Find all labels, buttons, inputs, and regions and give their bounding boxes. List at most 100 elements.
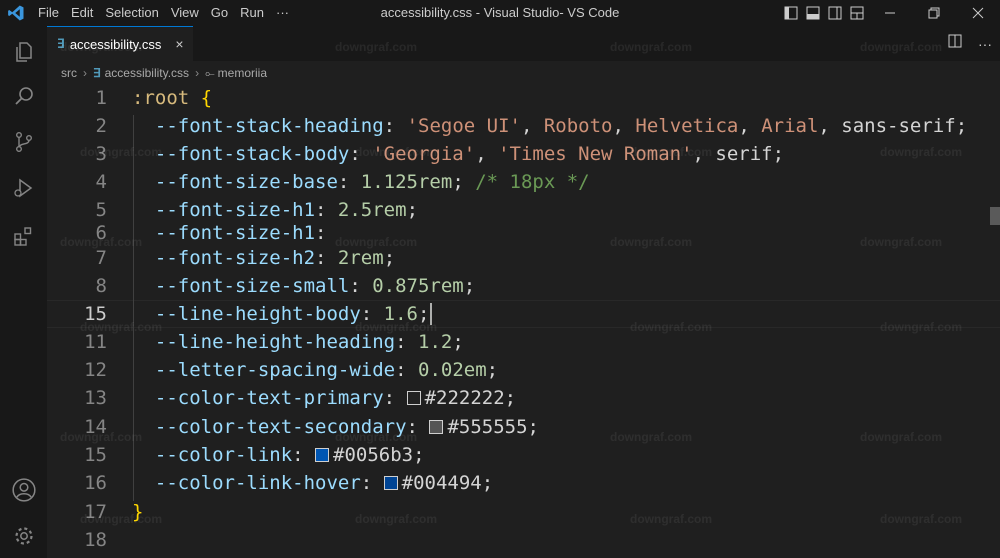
minimize-icon[interactable]: [868, 0, 912, 26]
tab-close-icon[interactable]: ×: [175, 36, 183, 52]
code-token: --font-size-h1: [132, 199, 316, 221]
menu-item-file[interactable]: File: [32, 0, 65, 26]
code-line[interactable]: --font-size-h2: 2rem;: [132, 245, 395, 271]
code-line[interactable]: --font-size-small: 0.875rem;: [132, 273, 475, 299]
code-token: --font-size-base: [132, 171, 338, 193]
code-token: --color-link-hover: [132, 472, 361, 494]
more-actions-icon[interactable]: ···: [978, 36, 992, 52]
editor-actions: ···: [948, 26, 992, 61]
line-number: 8: [95, 275, 107, 297]
breadcrumb-symbol[interactable]: memoriia: [218, 66, 267, 80]
css-file-icon: ∃: [57, 36, 65, 52]
code-line[interactable]: --color-link: #0056b3;: [132, 442, 425, 468]
code-token: #555555: [447, 416, 528, 438]
menu-item-go[interactable]: Go: [205, 0, 234, 26]
code-token: ;: [481, 472, 494, 494]
line-number: 18: [84, 529, 107, 551]
breadcrumb-file[interactable]: accessibility.css: [105, 66, 189, 80]
customize-layout-icon[interactable]: [846, 0, 868, 26]
menu-item-view[interactable]: View: [165, 0, 205, 26]
extensions-icon[interactable]: [0, 216, 47, 256]
code-token: --font-size-h1: [132, 222, 316, 244]
code-token: :: [349, 143, 373, 165]
restore-icon[interactable]: [912, 0, 956, 26]
code-token: {: [200, 87, 213, 109]
color-swatch[interactable]: [315, 448, 330, 462]
breadcrumb-src[interactable]: src: [61, 66, 77, 80]
menu-item-edit[interactable]: Edit: [65, 0, 99, 26]
code-token: :: [395, 359, 418, 381]
code-token: :: [315, 222, 327, 244]
scrollbar-slider[interactable]: [990, 207, 1000, 225]
code-token: ;: [413, 444, 425, 466]
code-token: #0056b3: [333, 444, 414, 466]
chevron-right-icon: ›: [83, 66, 87, 80]
code-token: ;: [383, 247, 396, 269]
source-control-icon[interactable]: [0, 122, 47, 162]
code-line[interactable]: --line-height-heading: 1.2;: [132, 329, 464, 355]
code-token: ;: [406, 199, 419, 221]
split-editor-icon[interactable]: [948, 34, 962, 53]
code-token: ;: [463, 275, 476, 297]
code-token: --font-size-small: [132, 275, 350, 297]
code-line[interactable]: :root {: [132, 85, 212, 111]
code-line[interactable]: --color-text-primary: #222222;: [132, 385, 516, 411]
explorer-icon[interactable]: [0, 32, 47, 72]
css-file-icon: ∃: [93, 66, 101, 80]
menu-item-more[interactable]: ···: [270, 0, 295, 26]
toggle-sidebar-icon[interactable]: [780, 0, 802, 26]
code-token: 0.875rem: [372, 275, 464, 297]
code-line[interactable]: --font-stack-body: 'Georgia', 'Times New…: [132, 141, 784, 167]
code-line[interactable]: --font-size-h1:: [132, 220, 327, 246]
code-token: --line-height-heading: [132, 331, 396, 353]
code-token: 'Segoe UI': [406, 115, 521, 137]
color-swatch[interactable]: [383, 476, 398, 490]
code-token: --font-size-h2: [132, 247, 316, 269]
account-icon[interactable]: [0, 470, 47, 510]
breadcrumb: src › ∃ accessibility.css › ⟜ memoriia: [47, 61, 1000, 85]
code-token: ;: [452, 171, 476, 193]
code-token: --letter-spacing-wide: [132, 359, 396, 381]
tab-bar: ∃ accessibility.css × ···: [47, 26, 1000, 61]
title-bar: File Edit Selection View Go Run ··· accessibil…: [0, 0, 1000, 26]
toggle-secondary-sidebar-icon[interactable]: [824, 0, 846, 26]
code-line[interactable]: --font-stack-heading: 'Segoe UI', Roboto…: [132, 113, 967, 139]
code-token: --font-stack-body: [132, 143, 350, 165]
color-swatch[interactable]: [429, 420, 444, 434]
run-debug-icon[interactable]: [0, 168, 47, 208]
line-number: 7: [95, 247, 107, 269]
code-token: :root: [132, 87, 201, 109]
code-line[interactable]: --font-size-base: 1.125rem; /* 18px */: [132, 169, 590, 195]
code-line[interactable]: --color-link-hover: #004494;: [132, 470, 493, 496]
vscode-logo-icon[interactable]: [0, 0, 32, 26]
code-editor[interactable]: 1 2 3 4 5 6 7 8 15 11 12 13 14 15 16 17 18 :root { --fon…: [47, 85, 1000, 558]
close-window-icon[interactable]: [956, 0, 1000, 26]
code-line[interactable]: --line-height-body: 1.6;: [132, 301, 430, 327]
toggle-panel-icon[interactable]: [802, 0, 824, 26]
color-swatch[interactable]: [406, 391, 421, 405]
code-token: /* 18px */: [475, 171, 590, 193]
code-token: :: [395, 331, 418, 353]
menu-item-selection[interactable]: Selection: [99, 0, 164, 26]
code-token: 1.125rem: [360, 171, 453, 193]
text-cursor: [430, 303, 432, 325]
search-icon[interactable]: [0, 76, 47, 116]
settings-gear-icon[interactable]: [0, 516, 47, 556]
code-token: 1.6: [383, 303, 418, 325]
code-token: --font-stack-heading: [132, 115, 384, 137]
tab-accessibility-css[interactable]: ∃ accessibility.css ×: [47, 26, 193, 61]
line-number: 12: [84, 359, 107, 381]
code-token: --color-link: [132, 444, 293, 466]
code-token: ,: [475, 143, 499, 165]
code-line[interactable]: }: [132, 499, 143, 525]
code-token: #222222: [424, 387, 505, 409]
symbol-icon: ⟜: [205, 65, 215, 80]
code-token: --color-text-secondary: [132, 416, 407, 438]
code-line[interactable]: --color-text-secondary: #555555;: [132, 414, 539, 440]
code-token: ,: [520, 115, 544, 137]
menu-bar: File Edit Selection View Go Run ···: [32, 0, 295, 26]
code-line[interactable]: --letter-spacing-wide: 0.02em;: [132, 357, 498, 383]
code-token: Roboto: [543, 115, 613, 137]
menu-item-run[interactable]: Run: [234, 0, 270, 26]
code-token: :: [406, 416, 430, 438]
